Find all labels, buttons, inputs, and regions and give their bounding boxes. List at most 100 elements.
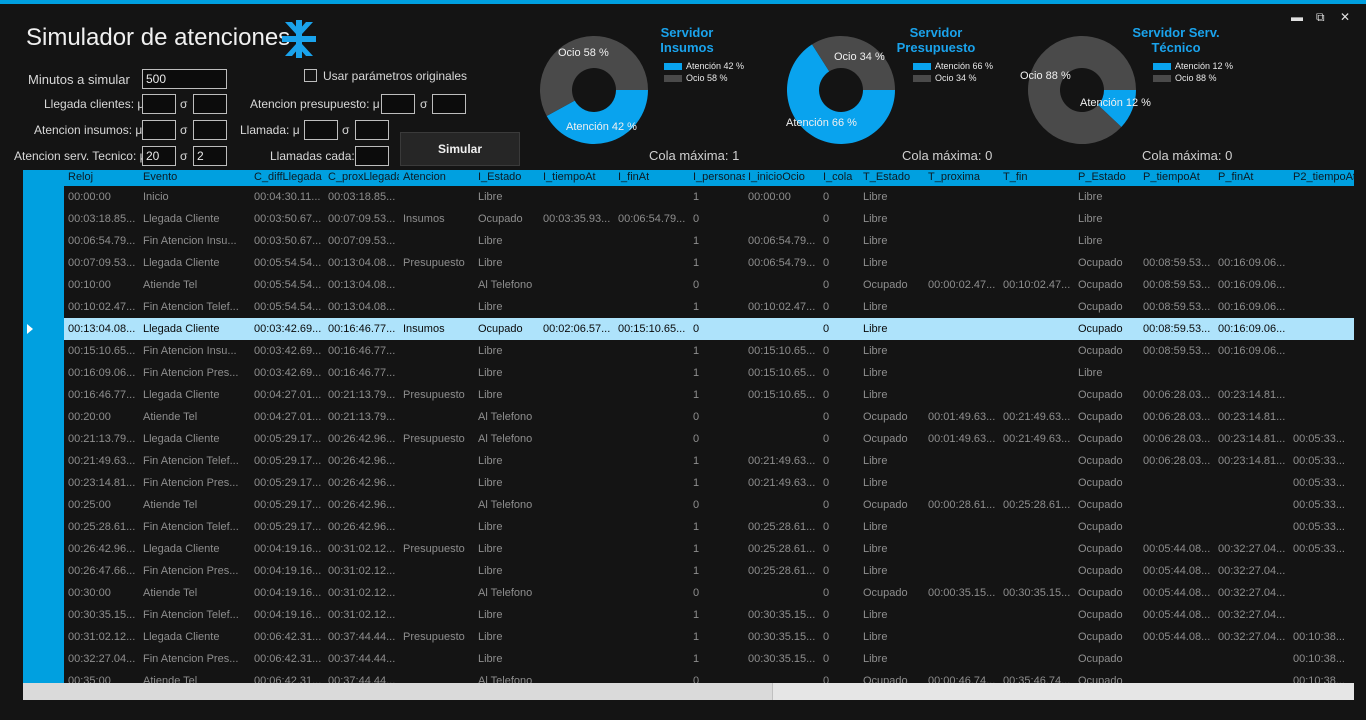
- column-header[interactable]: I_cola: [823, 171, 860, 183]
- table-cell: Libre: [478, 191, 503, 203]
- column-header[interactable]: P_finAt: [1218, 171, 1290, 183]
- table-cell: 0: [693, 411, 700, 423]
- table-cell: 00:00:35.15...: [928, 587, 996, 599]
- minimize-button[interactable]: ▬: [1291, 10, 1303, 24]
- atencion-presupuesto-label: Atencion presupuesto: μ: [250, 97, 380, 111]
- atencion-insumos-label: Atencion insumos: μ: [34, 123, 143, 137]
- presupuesto-sigma-input[interactable]: [432, 94, 466, 114]
- table-cell: Libre: [863, 477, 888, 489]
- table-row[interactable]: 00:06:54.79... Fin Atencion Insu... 00:03:…: [64, 230, 1354, 252]
- column-header[interactable]: T_fin: [1003, 171, 1075, 183]
- table-row[interactable]: 00:20:00 Atiende Tel 00:04:27.01... 00:21:1…: [64, 406, 1354, 428]
- column-header[interactable]: P_tiempoAt: [1143, 171, 1215, 183]
- table-cell: 0: [693, 213, 700, 225]
- table-body[interactable]: 00:00:00 Inicio 00:04:30.11... 00:03:18.85.…: [64, 186, 1354, 683]
- column-header[interactable]: P_Estado: [1078, 171, 1140, 183]
- table-cell: 00:21:13.79...: [68, 433, 136, 445]
- table-row[interactable]: 00:13:04.08... Llegada Cliente 00:03:42.69…: [64, 318, 1354, 340]
- table-row[interactable]: 00:16:09.06... Fin Atencion Pres... 00:03:…: [64, 362, 1354, 384]
- table-cell: 00:15:10.65...: [748, 367, 816, 379]
- table-row[interactable]: 00:21:13.79... Llegada Cliente 00:05:29.17…: [64, 428, 1354, 450]
- minutos-input[interactable]: [142, 69, 227, 89]
- simular-button[interactable]: Simular: [400, 132, 520, 166]
- table-cell: Ocupado: [863, 675, 908, 683]
- llamadas-cada-input[interactable]: [355, 146, 389, 166]
- table-row[interactable]: 00:26:42.96... Llegada Cliente 00:04:19.16…: [64, 538, 1354, 560]
- table-cell: 00:05:44.08...: [1143, 565, 1211, 577]
- table-row[interactable]: 00:10:02.47... Fin Atencion Telef... 00:05…: [64, 296, 1354, 318]
- column-header[interactable]: Evento: [143, 171, 251, 183]
- cola-maxima-label: Cola máxima: 0: [902, 148, 993, 163]
- row-header-column[interactable]: [23, 170, 64, 683]
- table-row[interactable]: 00:21:49.63... Fin Atencion Telef... 00:05…: [64, 450, 1354, 472]
- table-cell: 00:05:33...: [1293, 499, 1345, 511]
- column-header[interactable]: T_proxima: [928, 171, 1000, 183]
- table-row[interactable]: 00:07:09.53... Llegada Cliente 00:05:54.54…: [64, 252, 1354, 274]
- tecnico-sigma-input[interactable]: [193, 146, 227, 166]
- table-cell: 00:15:10.65...: [748, 345, 816, 357]
- llegada-label: Llegada clientes: μ: [44, 97, 145, 111]
- table-cell: Fin Atencion Telef...: [143, 609, 239, 621]
- presupuesto-mu-input[interactable]: [381, 94, 415, 114]
- table-cell: 00:30:35.15...: [68, 609, 136, 621]
- sigma-label: σ: [180, 149, 188, 163]
- column-header[interactable]: I_personas: [693, 171, 745, 183]
- table-row[interactable]: 00:32:27.04... Fin Atencion Pres... 00:06:…: [64, 648, 1354, 670]
- column-header[interactable]: Reloj: [68, 171, 140, 183]
- table-cell: 0: [823, 521, 830, 533]
- column-header[interactable]: I_tiempoAt: [543, 171, 615, 183]
- table-cell: 00:06:28.03...: [1143, 433, 1211, 445]
- llamada-sigma-input[interactable]: [355, 120, 389, 140]
- column-header[interactable]: Atencion: [403, 171, 474, 183]
- column-header[interactable]: T_Estado: [863, 171, 925, 183]
- table-cell: Libre: [1078, 213, 1103, 225]
- table-row[interactable]: 00:15:10.65... Fin Atencion Insu... 00:03:…: [64, 340, 1354, 362]
- table-cell: Libre: [863, 323, 888, 335]
- table-cell: 00:32:27.04...: [1218, 587, 1286, 599]
- table-cell: 00:32:27.04...: [1218, 631, 1286, 643]
- llamada-mu-input[interactable]: [304, 120, 338, 140]
- table-row[interactable]: 00:25:28.61... Fin Atencion Telef... 00:05…: [64, 516, 1354, 538]
- table-cell: Libre: [863, 455, 888, 467]
- table-row[interactable]: 00:30:35.15... Fin Atencion Telef... 00:04…: [64, 604, 1354, 626]
- table-row[interactable]: 00:31:02.12... Llegada Cliente 00:06:42.31…: [64, 626, 1354, 648]
- table-cell: 00:03:18.85...: [328, 191, 396, 203]
- column-header[interactable]: P2_tiempoAt: [1293, 171, 1354, 183]
- horizontal-scrollbar[interactable]: [23, 683, 1354, 700]
- table-row[interactable]: 00:26:47.66... Fin Atencion Pres... 00:04:…: [64, 560, 1354, 582]
- column-header[interactable]: I_finAt: [618, 171, 690, 183]
- column-header[interactable]: I_inicioOcio: [748, 171, 820, 183]
- table-cell: 00:31:02.12...: [328, 587, 396, 599]
- table-cell: 00:16:09.06...: [1218, 279, 1286, 291]
- table-row[interactable]: 00:00:00 Inicio 00:04:30.11... 00:03:18.85.…: [64, 186, 1354, 208]
- column-header[interactable]: C_proxLlegada: [328, 171, 399, 183]
- results-table[interactable]: Reloj Evento C_diffLlegada C_proxLlegada Ate…: [23, 170, 1354, 700]
- table-row[interactable]: 00:23:14.81... Fin Atencion Pres... 00:05:…: [64, 472, 1354, 494]
- insumos-mu-input[interactable]: [142, 120, 176, 140]
- scrollbar-thumb[interactable]: [23, 683, 773, 700]
- llegada-sigma-input[interactable]: [193, 94, 227, 114]
- table-row[interactable]: 00:10:00 Atiende Tel 00:05:54.54... 00:13:0…: [64, 274, 1354, 296]
- table-cell: Atiende Tel: [143, 279, 198, 291]
- tecnico-mu-input[interactable]: [142, 146, 176, 166]
- column-header[interactable]: I_Estado: [478, 171, 540, 183]
- close-button[interactable]: ✕: [1340, 10, 1350, 24]
- column-header[interactable]: C_diffLlegada: [254, 171, 325, 183]
- table-cell: 0: [823, 301, 830, 313]
- table-cell: 00:03:35.93...: [543, 213, 611, 225]
- table-row[interactable]: 00:25:00 Atiende Tel 00:05:29.17... 00:26:4…: [64, 494, 1354, 516]
- table-cell: 00:26:42.96...: [68, 543, 136, 555]
- restore-button[interactable]: ⧉: [1316, 10, 1325, 25]
- table-cell: 00:05:29.17...: [254, 433, 322, 445]
- table-row[interactable]: 00:16:46.77... Llegada Cliente 00:04:27.01…: [64, 384, 1354, 406]
- table-cell: 0: [823, 433, 830, 445]
- table-cell: 00:30:00: [68, 587, 111, 599]
- table-row[interactable]: 00:30:00 Atiende Tel 00:04:19.16... 00:31:0…: [64, 582, 1354, 604]
- usar-parametros-checkbox[interactable]: [304, 69, 317, 82]
- table-cell: Ocupado: [1078, 411, 1123, 423]
- insumos-sigma-input[interactable]: [193, 120, 227, 140]
- table-row[interactable]: 00:35:00 Atiende Tel 00:06:42.31... 00:37:4…: [64, 670, 1354, 683]
- table-row[interactable]: 00:03:18.85... Llegada Cliente 00:03:50.67…: [64, 208, 1354, 230]
- server-title: Servidor Serv. Técnico: [1116, 25, 1236, 55]
- llegada-mu-input[interactable]: [142, 94, 176, 114]
